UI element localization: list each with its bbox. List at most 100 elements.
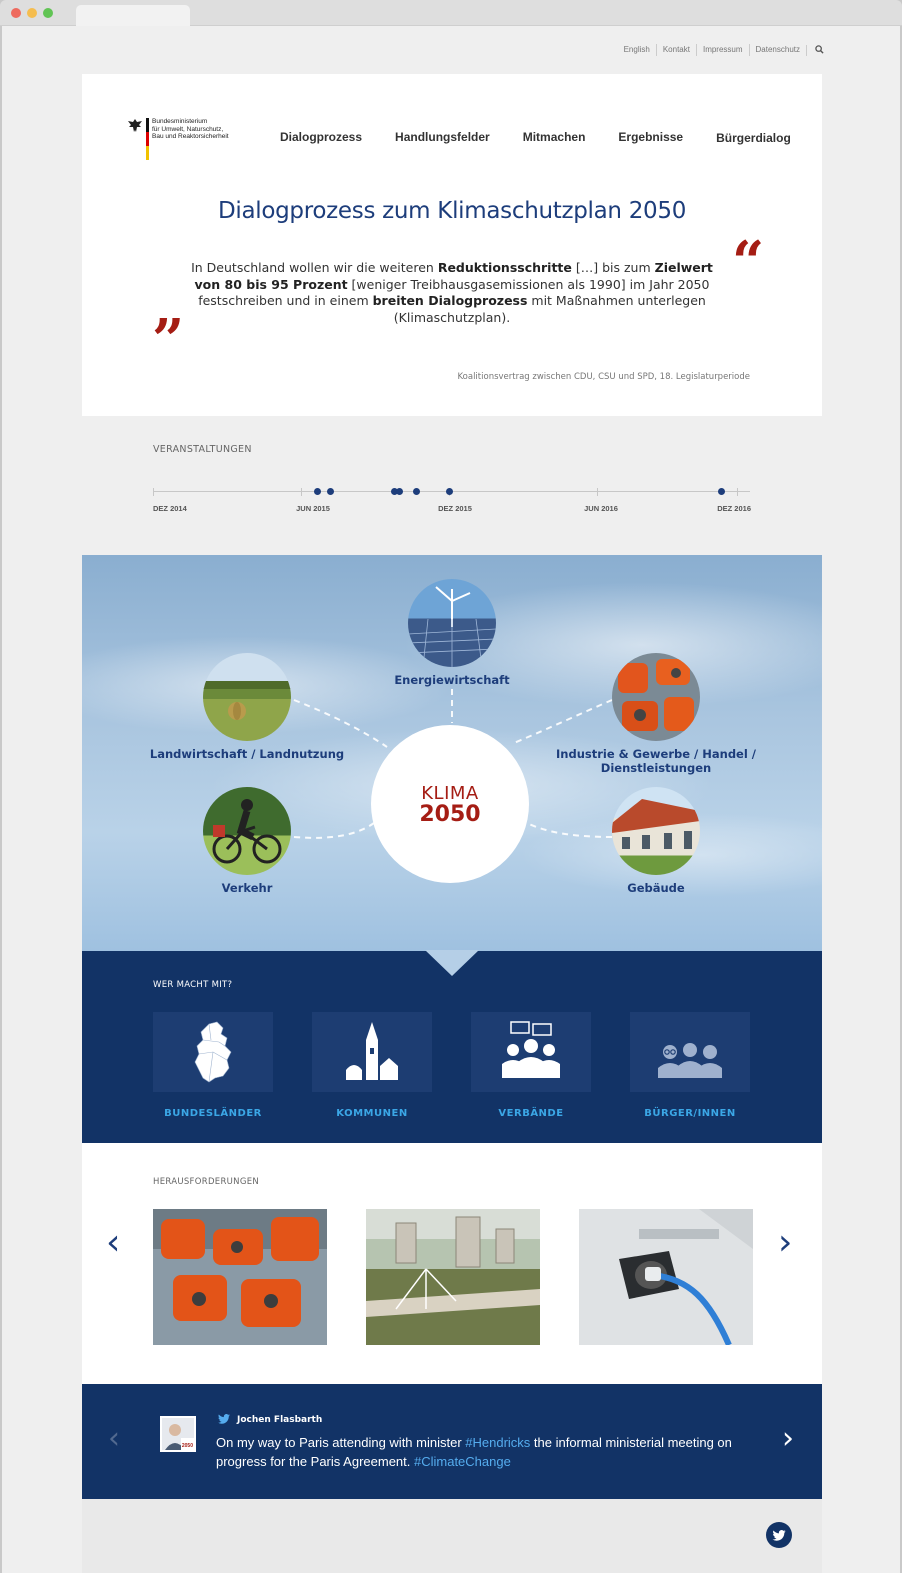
browser-chrome [0, 0, 902, 26]
search-icon[interactable] [806, 44, 824, 56]
participant-kommunen[interactable]: KOMMUNEN [312, 1012, 432, 1119]
challenges-heading: HERAUSFORDERUNGEN [153, 1177, 260, 1187]
participant-label: VERBÄNDE [498, 1108, 564, 1119]
challenges-section: HERAUSFORDERUNGEN ‹ › [82, 1143, 822, 1384]
participant-label: KOMMUNEN [336, 1108, 408, 1119]
klima-year: 2050 [419, 802, 481, 827]
timeline-label: DEZ 2015 [438, 504, 472, 513]
ministry-logo[interactable]: Bundesministerium für Umwelt, Naturschut… [126, 118, 242, 160]
event-dot[interactable] [717, 488, 725, 495]
event-dot[interactable] [412, 488, 420, 495]
tweet-username[interactable]: Jochen Flasbarth [237, 1415, 322, 1425]
carousel-next-button[interactable]: › [778, 1225, 792, 1261]
participant-buerger[interactable]: BÜRGER/INNEN [630, 1012, 750, 1119]
topic-verkehr[interactable]: Verkehr [188, 787, 306, 895]
page-title: Dialogprozess zum Klimaschutzplan 2050 [217, 198, 687, 224]
nav-buergerdialog[interactable]: Bürgerdialog [716, 131, 791, 145]
event-dot[interactable] [326, 488, 334, 495]
imprint-link[interactable]: Impressum [695, 44, 749, 56]
topic-landwirtschaft[interactable]: Landwirtschaft / Landnutzung [148, 653, 346, 761]
participant-tile [630, 1012, 750, 1092]
farmland-photo [203, 653, 291, 741]
hashtag-link[interactable]: #Hendricks [465, 1435, 530, 1450]
quote-text: […] bis zum [571, 260, 655, 275]
town-church-icon [346, 1022, 398, 1080]
timeline-tick [301, 488, 302, 496]
timeline-tick [153, 488, 154, 496]
nav-handlungsfelder[interactable]: Handlungsfelder [395, 130, 490, 144]
topic-label: Verkehr [221, 881, 273, 895]
twitter-bird-icon [218, 1414, 230, 1424]
timeline-tick [737, 488, 738, 496]
nav-ergebnisse[interactable]: Ergebnisse [618, 130, 683, 144]
associations-icon [502, 1021, 560, 1078]
hashtag-link[interactable]: #ClimateChange [414, 1454, 511, 1469]
quote-bold: breiten Dialogprozess [372, 293, 528, 308]
footer [82, 1499, 822, 1573]
english-link[interactable]: English [618, 44, 656, 56]
section-pointer [425, 950, 479, 976]
topic-label: Gebäude [627, 881, 685, 895]
timeline-label: JUN 2015 [296, 504, 330, 513]
topic-industrie[interactable]: Industrie & Gewerbe / Handel / Dienstlei… [556, 653, 756, 775]
event-dot[interactable] [445, 488, 453, 495]
challenge-image-electric-car[interactable] [579, 1209, 753, 1345]
robots-photo [612, 653, 700, 741]
logo-text: Bundesministerium für Umwelt, Naturschut… [152, 118, 242, 160]
timeline-label: DEZ 2014 [153, 504, 187, 513]
avatar[interactable]: 2050 [160, 1416, 196, 1452]
challenge-image-robots[interactable] [153, 1209, 327, 1345]
cyclist-photo [203, 787, 291, 875]
timeline-tick [597, 488, 598, 496]
twitter-feed: ‹ 2050 Jochen Flasbarth On my way to Par… [82, 1384, 822, 1499]
timeline-label: JUN 2016 [584, 504, 618, 513]
carousel-prev-button[interactable]: ‹ [106, 1225, 120, 1261]
quote-open-mark: “ [732, 229, 765, 295]
event-dot[interactable] [313, 488, 321, 495]
topic-energiewirtschaft[interactable]: Energiewirtschaft [391, 579, 513, 687]
twitter-icon [772, 1530, 786, 1541]
challenge-image-city-model[interactable] [366, 1209, 540, 1345]
header-card: Bundesministerium für Umwelt, Naturschut… [82, 74, 822, 416]
houses-photo [612, 787, 700, 875]
federal-eagle-icon [128, 119, 142, 132]
events-timeline: DEZ 2014 JUN 2015 DEZ 2015 JUN 2016 DEZ … [153, 488, 751, 518]
participant-tile [471, 1012, 591, 1092]
participant-bundeslaender[interactable]: BUNDESLÄNDER [153, 1012, 273, 1119]
logo-line: Bundesministerium [152, 118, 208, 125]
logo-line: für Umwelt, Naturschutz, [152, 125, 224, 133]
timeline-label: DEZ 2016 [717, 504, 751, 513]
hero-quote: In Deutschland wollen wir die weiteren R… [188, 260, 716, 326]
quote-source: Koalitionsvertrag zwischen CDU, CSU und … [457, 372, 750, 382]
klima-2050-center[interactable]: KLIMA 2050 [371, 725, 529, 883]
quote-text: In Deutschland wollen wir die weiteren [191, 260, 438, 275]
avatar-badge: 2050 [181, 1443, 193, 1449]
privacy-link[interactable]: Datenschutz [748, 44, 806, 56]
quote-bold: Reduktionsschritte [437, 260, 572, 275]
page-viewport: English Kontakt Impressum Datenschutz Bu… [2, 26, 900, 1573]
footer-twitter-button[interactable] [766, 1522, 792, 1548]
contact-link[interactable]: Kontakt [655, 44, 696, 56]
utility-nav: English Kontakt Impressum Datenschutz [618, 44, 824, 56]
participant-verbaende[interactable]: VERBÄNDE [471, 1012, 591, 1119]
solar-wind-photo [408, 579, 496, 667]
tweet-next-button[interactable]: › [782, 1424, 794, 1454]
close-window-button[interactable] [11, 8, 21, 18]
citizens-icon [658, 1043, 722, 1078]
logo-line: Bau und Reaktorsicherheit [152, 133, 229, 140]
minimize-window-button[interactable] [27, 8, 37, 18]
maximize-window-button[interactable] [43, 8, 53, 18]
germany-map-icon [194, 1021, 232, 1083]
nav-dialogprozess[interactable]: Dialogprozess [280, 130, 362, 144]
topic-gebaeude[interactable]: Gebäude [597, 787, 715, 895]
event-dot[interactable] [395, 488, 403, 495]
participant-tile [312, 1012, 432, 1092]
klima-label: KLIMA [421, 783, 479, 804]
topic-label: Industrie & Gewerbe / Handel / Dienstlei… [556, 747, 756, 775]
browser-tab[interactable] [76, 5, 190, 26]
tweet-text-part: On my way to Paris attending with minist… [216, 1435, 466, 1450]
events-heading: VERANSTALTUNGEN [153, 444, 252, 455]
quote-close-mark: ” [152, 307, 185, 373]
tweet-prev-button[interactable]: ‹ [108, 1424, 120, 1454]
nav-mitmachen[interactable]: Mitmachen [523, 130, 586, 144]
